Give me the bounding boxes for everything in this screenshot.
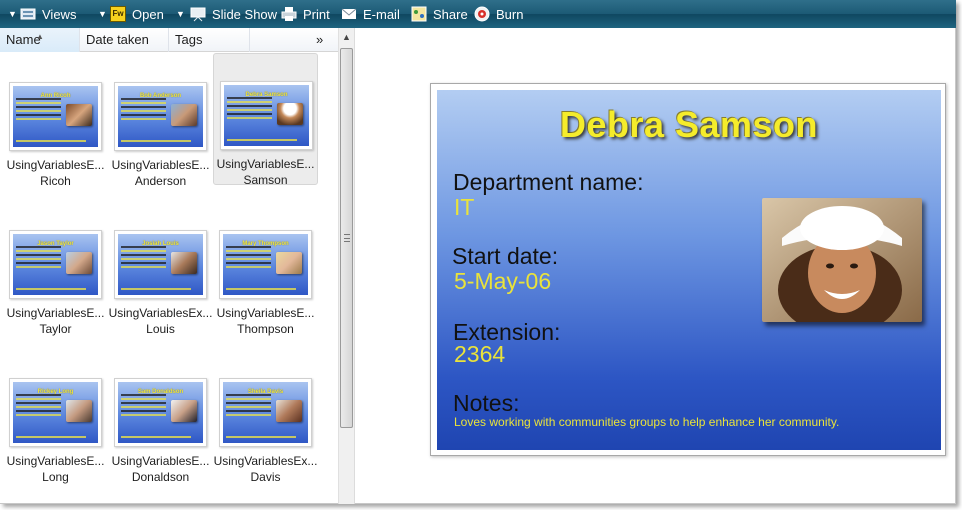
file-name: UsingVariablesE... — [216, 157, 315, 171]
chevron-down-icon: ▼ — [176, 9, 185, 19]
chevron-down-icon: ▼ — [98, 9, 107, 19]
thumbnail: Debra Samson — [220, 81, 313, 150]
thumbnail: Jason Taylor — [9, 230, 102, 299]
views-button[interactable]: Views — [20, 0, 94, 28]
vertical-scrollbar[interactable]: ▲ — [338, 28, 354, 504]
file-name-end: Ricoh — [40, 174, 71, 188]
employee-photo — [762, 198, 922, 322]
column-tags[interactable]: Tags — [169, 28, 250, 52]
slideshow-icon — [190, 6, 206, 22]
file-item-selected[interactable]: Debra Samson UsingVariablesE... Samson — [213, 53, 318, 187]
person-photo — [276, 400, 302, 422]
employee-card: Debra Samson Department name: IT Start d… — [437, 90, 941, 450]
person-photo — [277, 103, 303, 125]
views-label: Views — [42, 6, 77, 22]
file-item[interactable]: Rickey Long UsingVariablesE... Long — [3, 351, 108, 484]
toolbar: ▼ Views ▼ Fw Open ▼ Slide Show Print E-m… — [0, 0, 956, 28]
file-item[interactable]: Sam Donaldson UsingVariablesE... Donaldso… — [108, 351, 213, 484]
person-photo — [66, 400, 92, 422]
open-button[interactable]: Fw Open — [108, 0, 172, 28]
file-item[interactable]: Mary Thompson UsingVariablesE... Thompson — [213, 203, 318, 336]
fireworks-icon: Fw — [110, 6, 126, 22]
scroll-up-arrow-icon[interactable]: ▲ — [342, 32, 351, 42]
file-name: UsingVariablesE... — [111, 454, 210, 468]
notes-value: Loves working with communities groups to… — [454, 415, 840, 429]
chevron-down-icon: ▼ — [8, 9, 17, 19]
person-photo — [66, 252, 92, 274]
file-name-end: Taylor — [39, 322, 72, 336]
department-value: IT — [454, 194, 475, 220]
email-button[interactable]: E-mail — [341, 0, 411, 28]
file-name: UsingVariablesEx... — [213, 454, 318, 468]
photo-gallery-window: ▼ Views ▼ Fw Open ▼ Slide Show Print E-m… — [0, 0, 956, 504]
employee-name: Debra Samson — [559, 104, 819, 145]
column-date-taken[interactable]: Date taken — [80, 28, 169, 52]
print-label: Print — [303, 6, 330, 22]
thumbnail: Mary Thompson — [219, 230, 312, 299]
pane-divider[interactable] — [354, 28, 355, 504]
start-date-value: 5-May-06 — [454, 268, 552, 294]
file-item[interactable]: Ann Ricoh UsingVariablesE... Ricoh — [3, 55, 108, 188]
file-name-end: Long — [42, 470, 69, 484]
more-columns-chevron[interactable]: » — [316, 28, 323, 52]
file-name-end: Samson — [243, 173, 288, 187]
email-icon — [341, 6, 357, 22]
column-name[interactable]: ▲ Name — [0, 28, 80, 52]
thumbnail: Ann Ricoh — [9, 82, 102, 151]
share-button[interactable]: Share — [411, 0, 474, 28]
column-header: ▲ Name Date taken Tags » — [0, 28, 338, 52]
column-date-label: Date taken — [86, 32, 149, 47]
file-grid: Ann Ricoh UsingVariablesE... Ricoh Bob An… — [0, 52, 338, 502]
file-name: UsingVariablesE... — [6, 306, 105, 320]
sort-ascending-icon: ▲ — [36, 32, 44, 41]
person-photo — [66, 104, 92, 126]
person-photo — [171, 400, 197, 422]
preview-image: Debra Samson Department name: IT Start d… — [430, 83, 946, 456]
burn-button[interactable]: Burn — [474, 0, 534, 28]
views-dropdown[interactable]: ▼ — [94, 0, 108, 28]
scrollbar-thumb[interactable] — [340, 48, 353, 428]
person-photo — [171, 104, 197, 126]
notes-label: Notes: — [453, 390, 520, 416]
thumbnail: Bob Anderson — [114, 82, 207, 151]
extension-value: 2364 — [454, 341, 506, 367]
share-icon — [411, 6, 427, 22]
organize-dropdown[interactable]: ▼ — [0, 0, 20, 28]
file-item[interactable]: Bob Anderson UsingVariablesE... Anderson — [108, 55, 213, 188]
file-item[interactable]: Jason Taylor UsingVariablesE... Taylor — [3, 203, 108, 336]
file-item[interactable]: Josiah Louis UsingVariablesEx... Louis — [108, 203, 213, 336]
grip-icon — [344, 234, 350, 242]
thumbnail: Rickey Long — [9, 378, 102, 447]
open-dropdown[interactable]: ▼ — [172, 0, 190, 28]
file-name-end: Thompson — [237, 322, 294, 336]
file-name: UsingVariablesE... — [216, 306, 315, 320]
file-name-end: Davis — [250, 470, 281, 484]
burn-disc-icon — [474, 6, 490, 22]
file-name-end: Donaldson — [131, 470, 190, 484]
file-name: UsingVariablesE... — [6, 158, 105, 172]
email-label: E-mail — [363, 6, 400, 22]
printer-icon — [281, 6, 297, 22]
file-name-end: Anderson — [134, 174, 187, 188]
person-photo — [171, 252, 197, 274]
views-icon — [20, 6, 36, 22]
file-item[interactable]: Sheila Davis UsingVariablesEx... Davis — [213, 351, 318, 484]
burn-label: Burn — [496, 6, 524, 22]
person-photo — [276, 252, 302, 274]
department-label: Department name: — [453, 169, 644, 195]
file-name: UsingVariablesE... — [111, 158, 210, 172]
file-name-end: Louis — [146, 322, 175, 336]
column-tags-label: Tags — [175, 32, 203, 47]
file-name: UsingVariablesE... — [6, 454, 105, 468]
thumbnail: Josiah Louis — [114, 230, 207, 299]
print-button[interactable]: Print — [281, 0, 341, 28]
slideshow-button[interactable]: Slide Show — [190, 0, 281, 28]
file-name: UsingVariablesEx... — [108, 306, 213, 320]
thumbnail: Sam Donaldson — [114, 378, 207, 447]
start-date-label: Start date: — [452, 243, 559, 269]
share-label: Share — [433, 6, 468, 22]
open-label: Open — [132, 6, 164, 22]
thumbnail: Sheila Davis — [219, 378, 312, 447]
slideshow-label: Slide Show — [212, 6, 278, 22]
